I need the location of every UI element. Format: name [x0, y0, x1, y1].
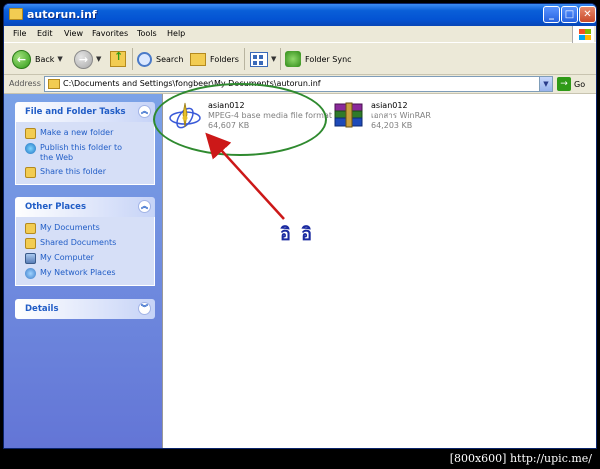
folders-icon: [190, 52, 206, 66]
panel-header[interactable]: Details ︾: [15, 299, 155, 319]
footer-text: [800x600] http://upic.me/: [449, 452, 592, 465]
task-publish-to-web[interactable]: Publish this folder to the Web: [16, 141, 154, 165]
views-button[interactable]: ▼: [250, 49, 276, 69]
go-arrow-icon: →: [557, 77, 571, 91]
toolbar-separator: [280, 48, 281, 70]
menu-tools[interactable]: Tools: [137, 29, 157, 38]
file-meta: asian012 เอกสาร WinRAR 64,203 KB: [371, 101, 431, 131]
minimize-button[interactable]: _: [543, 6, 560, 23]
menu-file[interactable]: File: [13, 29, 26, 38]
place-label: My Network Places: [40, 268, 116, 277]
toolbar-separator: [244, 48, 245, 70]
highlight-circle: [153, 83, 327, 156]
title-bar[interactable]: autorun.inf _ □ ✕: [4, 4, 596, 26]
forward-dropdown-icon[interactable]: ▼: [96, 55, 101, 63]
task-label: Share this folder: [40, 167, 106, 176]
image-host-footer: [800x600] http://upic.me/: [0, 449, 600, 469]
other-places-panel: Other Places ︽ My Documents Shared Docum…: [15, 197, 155, 286]
toolbar-separator: [132, 48, 133, 70]
go-label: Go: [574, 79, 586, 89]
go-button[interactable]: → Go: [557, 77, 585, 91]
folders-label: Folders: [210, 54, 239, 64]
folder-sync-button[interactable]: Folder Sync: [285, 49, 352, 69]
address-dropdown-icon[interactable]: ▼: [539, 77, 552, 91]
folders-button[interactable]: Folders: [190, 49, 239, 69]
shared-documents-icon: [25, 238, 36, 249]
file-folder-tasks-panel: File and Folder Tasks ︽ Make a new folde…: [15, 102, 155, 185]
address-input[interactable]: C:\Documents and Settings\fongbeer\My Do…: [44, 76, 553, 92]
panel-title: File and Folder Tasks: [25, 107, 126, 117]
panel-title: Other Places: [25, 202, 86, 212]
annotation-text: อิ อิ: [280, 224, 314, 245]
task-share-folder[interactable]: Share this folder: [16, 165, 154, 180]
search-label: Search: [156, 54, 184, 64]
address-bar: Address C:\Documents and Settings\fongbe…: [4, 75, 596, 94]
share-folder-icon: [25, 167, 36, 178]
back-label: Back: [35, 54, 55, 64]
panel-title: Details: [25, 304, 59, 314]
task-make-new-folder[interactable]: Make a new folder: [16, 126, 154, 141]
place-label: My Computer: [40, 253, 94, 262]
details-panel: Details ︾: [15, 299, 155, 319]
up-folder-icon: ↑: [110, 50, 126, 67]
place-label: My Documents: [40, 223, 100, 232]
panel-body: My Documents Shared Documents My Compute…: [15, 217, 155, 286]
back-dropdown-icon[interactable]: ▼: [57, 55, 62, 63]
place-my-computer[interactable]: My Computer: [16, 251, 154, 266]
menu-help[interactable]: Help: [167, 29, 185, 38]
address-label: Address: [9, 79, 41, 88]
folder-sync-label: Folder Sync: [305, 54, 352, 64]
collapse-chevron-icon[interactable]: ︽: [138, 105, 151, 118]
panel-body: Make a new folder Publish this folder to…: [15, 122, 155, 185]
file-type: เอกสาร WinRAR: [371, 111, 431, 120]
forward-arrow-icon: →: [74, 49, 93, 69]
winrar-icon: [334, 102, 363, 128]
close-button[interactable]: ✕: [579, 6, 596, 23]
back-arrow-icon: ←: [12, 49, 31, 69]
toolbar: ← Back ▼ → ▼ ↑ Search Folders ▼ Folder S…: [4, 43, 596, 75]
task-pane: File and Folder Tasks ︽ Make a new folde…: [4, 94, 162, 448]
menu-view[interactable]: View: [64, 29, 83, 38]
new-folder-icon: [25, 128, 36, 139]
globe-icon: [25, 143, 36, 154]
task-label: Publish this folder to the Web: [40, 143, 122, 162]
file-name: asian012: [371, 101, 408, 110]
forward-button[interactable]: → ▼: [74, 49, 101, 69]
panel-header[interactable]: Other Places ︽: [15, 197, 155, 217]
network-icon: [25, 268, 36, 279]
menu-bar: File Edit View Favorites Tools Help: [4, 26, 596, 43]
collapse-chevron-icon[interactable]: ︽: [138, 200, 151, 213]
folder-icon: [48, 79, 60, 89]
sync-icon: [285, 51, 301, 67]
menu-edit[interactable]: Edit: [37, 29, 53, 38]
place-my-network-places[interactable]: My Network Places: [16, 266, 154, 281]
search-icon: [137, 51, 152, 67]
place-my-documents[interactable]: My Documents: [16, 221, 154, 236]
expand-chevron-icon[interactable]: ︾: [138, 302, 151, 315]
place-shared-documents[interactable]: Shared Documents: [16, 236, 154, 251]
task-label: Make a new folder: [40, 128, 114, 137]
windows-logo-icon: [572, 26, 594, 43]
maximize-button[interactable]: □: [561, 6, 578, 23]
search-button[interactable]: Search: [137, 49, 183, 69]
window-title: autorun.inf: [27, 8, 97, 21]
place-label: Shared Documents: [40, 238, 117, 247]
views-icon: [250, 51, 268, 67]
panel-header[interactable]: File and Folder Tasks ︽: [15, 102, 155, 122]
folder-icon: [9, 8, 23, 20]
up-folder-button[interactable]: ↑: [110, 49, 126, 69]
my-documents-icon: [25, 223, 36, 234]
views-dropdown-icon[interactable]: ▼: [271, 55, 276, 63]
file-size: 64,203 KB: [371, 121, 413, 130]
menu-favorites[interactable]: Favorites: [92, 29, 128, 38]
file-item-rar[interactable]: asian012 เอกสาร WinRAR 64,203 KB: [333, 101, 431, 131]
back-button[interactable]: ← Back ▼: [12, 49, 63, 69]
computer-icon: [25, 253, 36, 264]
